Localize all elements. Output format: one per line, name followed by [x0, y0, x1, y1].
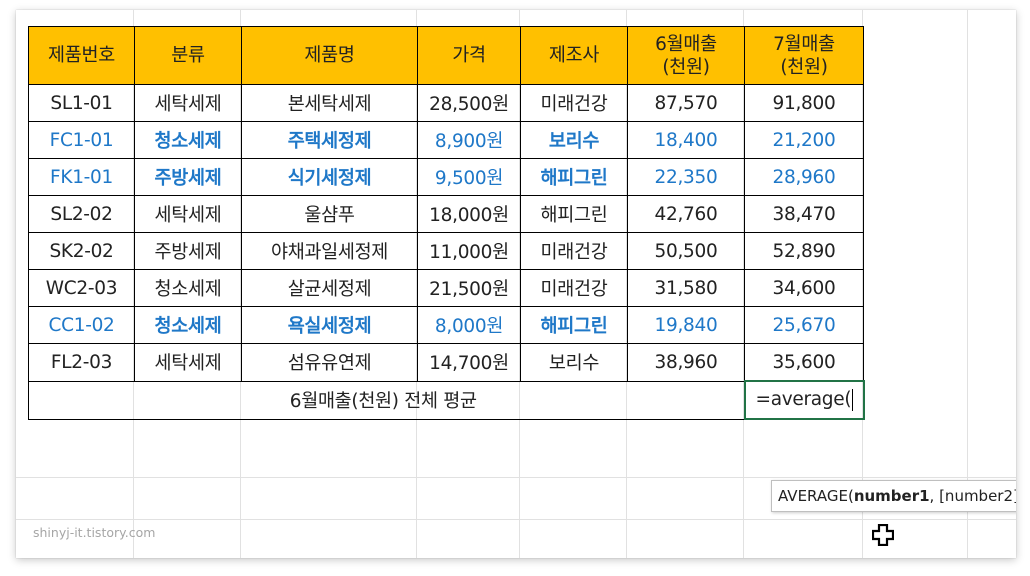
cell-category[interactable]: 세탁세제	[134, 343, 242, 382]
cell-june-sales[interactable]: 42,760	[627, 195, 745, 233]
cell-price[interactable]: 8,900원	[417, 121, 521, 159]
cell-price[interactable]: 21,500원	[417, 269, 521, 307]
cell-maker[interactable]: 해피그린	[520, 158, 628, 196]
header-cell-category[interactable]: 분류	[134, 26, 242, 85]
cell-product-id[interactable]: SL1-01	[28, 84, 135, 122]
cell-july-sales[interactable]: 35,600	[744, 343, 864, 382]
active-formula-cell[interactable]: =average(	[743, 380, 865, 420]
table-row: FK1-01 주방세제 식기세정제 9,500원 해피그린 22,350 28,960	[28, 158, 864, 196]
cell-product-id[interactable]: WC2-03	[28, 269, 135, 307]
cell-category[interactable]: 주방세제	[134, 232, 242, 270]
formula-text: =average(	[755, 389, 852, 410]
header-cell-price[interactable]: 가격	[417, 26, 521, 85]
text-caret	[852, 389, 854, 411]
cell-product-name[interactable]: 주택세정제	[241, 121, 418, 159]
table-row: FC1-01 청소세제 주택세정제 8,900원 보리수 18,400 21,200	[28, 121, 864, 159]
header-cell-name[interactable]: 제품명	[241, 26, 418, 85]
cell-category[interactable]: 세탁세제	[134, 84, 242, 122]
table-row: FL2-03 세탁세제 섬유유연제 14,700원 보리수 38,960 35,600	[28, 343, 864, 382]
cell-june-sales[interactable]: 22,350	[627, 158, 745, 196]
cell-june-sales[interactable]: 31,580	[627, 269, 745, 307]
cell-product-id[interactable]: SL2-02	[28, 195, 135, 233]
table-row: SK2-02 주방세제 야채과일세정제 11,000원 미래건강 50,500 52,890	[28, 232, 864, 270]
cell-june-sales[interactable]: 18,400	[627, 121, 745, 159]
cell-july-sales[interactable]: 34,600	[744, 269, 864, 307]
header-cell-july-sales[interactable]: 7월매출 (천원)	[744, 26, 864, 85]
cell-category[interactable]: 주방세제	[134, 158, 242, 196]
sales-table: 제품번호 분류 제품명 가격 제조사 6월매출 (천원) 7월매출 (천원) S…	[28, 26, 865, 420]
cell-maker[interactable]: 해피그린	[520, 306, 628, 344]
tooltip-function-name: AVERAGE(	[778, 487, 854, 505]
cell-category[interactable]: 청소세제	[134, 269, 242, 307]
cell-price[interactable]: 11,000원	[417, 232, 521, 270]
cell-july-sales[interactable]: 25,670	[744, 306, 864, 344]
cell-july-sales[interactable]: 52,890	[744, 232, 864, 270]
cell-category[interactable]: 청소세제	[134, 121, 242, 159]
header-cell-id[interactable]: 제품번호	[28, 26, 135, 85]
cell-product-name[interactable]: 욕실세정제	[241, 306, 418, 344]
cell-product-name[interactable]: 살균세정제	[241, 269, 418, 307]
cell-june-sales[interactable]: 50,500	[627, 232, 745, 270]
cell-june-sales[interactable]: 38,960	[627, 343, 745, 382]
cell-product-name[interactable]: 식기세정제	[241, 158, 418, 196]
cell-maker[interactable]: 보리수	[520, 121, 628, 159]
cell-july-sales[interactable]: 91,800	[744, 84, 864, 122]
cell-category[interactable]: 세탁세제	[134, 195, 242, 233]
summary-row: 6월매출(천원) 전체 평균 =average(	[28, 380, 865, 420]
cell-maker[interactable]: 미래건강	[520, 232, 628, 270]
cell-product-id[interactable]: FC1-01	[28, 121, 135, 159]
cell-maker[interactable]: 미래건강	[520, 269, 628, 307]
cell-maker[interactable]: 보리수	[520, 343, 628, 382]
cell-july-sales[interactable]: 38,470	[744, 195, 864, 233]
cell-price[interactable]: 14,700원	[417, 343, 521, 382]
cell-maker[interactable]: 미래건강	[520, 84, 628, 122]
header-cell-june-sales[interactable]: 6월매출 (천원)	[627, 26, 745, 85]
cell-maker[interactable]: 해피그린	[520, 195, 628, 233]
cell-product-id[interactable]: FL2-03	[28, 343, 135, 382]
cell-product-name[interactable]: 울샴푸	[241, 195, 418, 233]
cell-product-name[interactable]: 섬유유연제	[241, 343, 418, 382]
cell-product-id[interactable]: FK1-01	[28, 158, 135, 196]
table-row: CC1-02 청소세제 욕실세정제 8,000원 해피그린 19,840 25,670	[28, 306, 864, 344]
cell-price[interactable]: 18,000원	[417, 195, 521, 233]
cell-product-id[interactable]: SK2-02	[28, 232, 135, 270]
function-tooltip[interactable]: AVERAGE(number1, [number2], ...)	[771, 480, 1016, 512]
cell-price[interactable]: 8,000원	[417, 306, 521, 344]
header-cell-maker[interactable]: 제조사	[520, 26, 628, 85]
summary-label-cell[interactable]: 6월매출(천원) 전체 평균	[28, 380, 745, 420]
cell-june-sales[interactable]: 87,570	[627, 84, 745, 122]
worksheet[interactable]: 제품번호 분류 제품명 가격 제조사 6월매출 (천원) 7월매출 (천원) S…	[16, 10, 1016, 558]
cell-select-cursor-icon	[872, 524, 894, 546]
watermark: shinyj-it.tistory.com	[33, 525, 156, 540]
table-row: WC2-03 청소세제 살균세정제 21,500원 미래건강 31,580 34,600	[28, 269, 864, 307]
cell-product-name[interactable]: 야채과일세정제	[241, 232, 418, 270]
cell-product-name[interactable]: 본세탁세제	[241, 84, 418, 122]
table-row: SL1-01 세탁세제 본세탁세제 28,500원 미래건강 87,570 91,800	[28, 84, 864, 122]
cell-price[interactable]: 28,500원	[417, 84, 521, 122]
header-row: 제품번호 분류 제품명 가격 제조사 6월매출 (천원) 7월매출 (천원)	[28, 26, 864, 85]
tooltip-rest-args: , [number2], ...)	[929, 487, 1016, 505]
cell-july-sales[interactable]: 21,200	[744, 121, 864, 159]
cell-price[interactable]: 9,500원	[417, 158, 521, 196]
table-row: SL2-02 세탁세제 울샴푸 18,000원 해피그린 42,760 38,470	[28, 195, 864, 233]
cell-june-sales[interactable]: 19,840	[627, 306, 745, 344]
tooltip-arg-number1: number1	[853, 487, 930, 505]
cell-category[interactable]: 청소세제	[134, 306, 242, 344]
cell-july-sales[interactable]: 28,960	[744, 158, 864, 196]
cell-product-id[interactable]: CC1-02	[28, 306, 135, 344]
